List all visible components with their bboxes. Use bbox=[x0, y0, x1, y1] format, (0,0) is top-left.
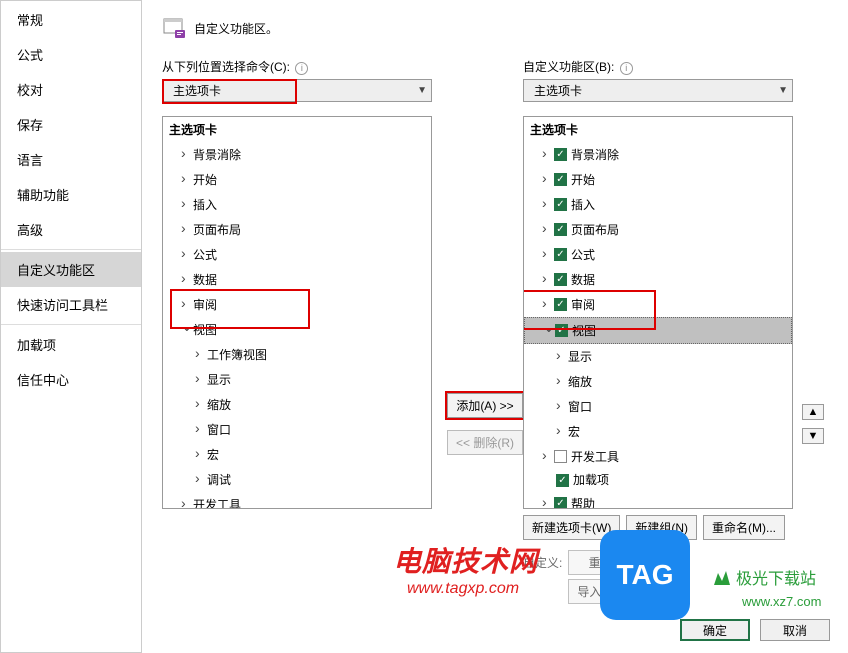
rename-button[interactable]: 重命名(M)... bbox=[703, 515, 785, 540]
tree-item: 背景消除 bbox=[163, 142, 431, 167]
info-icon[interactable]: i bbox=[620, 62, 633, 75]
checkbox-icon[interactable] bbox=[554, 273, 567, 286]
checkbox-icon[interactable] bbox=[554, 148, 567, 161]
jiguang-watermark: 极光下载站 bbox=[712, 565, 816, 589]
commands-column: 从下列位置选择命令(C): i 主选项卡 ▼ 主选项卡 背景消除 开始 插入 页… bbox=[162, 58, 447, 604]
tree-item: 显示 bbox=[163, 367, 431, 392]
checkbox-icon[interactable] bbox=[555, 324, 568, 337]
commands-tree[interactable]: 主选项卡 背景消除 开始 插入 页面布局 公式 数据 审阅 视图 工作簿视图 显… bbox=[162, 116, 432, 509]
cancel-button[interactable]: 取消 bbox=[760, 619, 830, 641]
reorder-buttons: ▲ ▼ bbox=[798, 58, 828, 604]
tag-badge: TAG bbox=[600, 530, 690, 620]
combo-value: 主选项卡 bbox=[173, 82, 221, 99]
tree-item: 开始 bbox=[524, 167, 792, 192]
tree-item: 加载项 bbox=[524, 469, 792, 491]
watermark-text: 电脑技术网 bbox=[393, 540, 538, 580]
tree-item: 窗口 bbox=[163, 417, 431, 442]
chevron-down-icon: ▼ bbox=[778, 85, 788, 96]
tree-item: 公式 bbox=[524, 242, 792, 267]
tree-item: 插入 bbox=[524, 192, 792, 217]
tree-item: 公式 bbox=[163, 242, 431, 267]
tree-item: 页面布局 bbox=[524, 217, 792, 242]
customize-ribbon-label: 自定义功能区(B): bbox=[523, 60, 614, 74]
tree-item: 显示 bbox=[524, 344, 792, 369]
tree-item: 页面布局 bbox=[163, 217, 431, 242]
tree-item: 数据 bbox=[163, 267, 431, 292]
sidebar-item-formulas[interactable]: 公式 bbox=[1, 37, 141, 72]
ribbon-icon bbox=[162, 16, 186, 40]
checkbox-icon[interactable] bbox=[554, 298, 567, 311]
tree-header: 主选项卡 bbox=[524, 117, 792, 142]
tree-item-view-selected: 视图 bbox=[524, 317, 792, 344]
checkbox-icon[interactable] bbox=[554, 497, 567, 509]
choose-commands-label: 从下列位置选择命令(C): bbox=[162, 60, 290, 74]
aurora-icon bbox=[712, 567, 732, 587]
divider bbox=[1, 249, 141, 250]
checkbox-icon[interactable] bbox=[556, 474, 569, 487]
tree-item-view: 视图 bbox=[163, 317, 431, 342]
tree-item: 审阅 bbox=[163, 292, 431, 317]
sidebar-item-qat[interactable]: 快速访问工具栏 bbox=[1, 287, 141, 322]
watermark-url: www.tagxp.com bbox=[407, 580, 519, 598]
add-button[interactable]: 添加(A) >> bbox=[447, 393, 522, 418]
remove-button[interactable]: << 删除(R) bbox=[447, 430, 523, 455]
sidebar-item-advanced[interactable]: 高级 bbox=[1, 212, 141, 247]
checkbox-icon[interactable] bbox=[554, 248, 567, 261]
sidebar-item-addins[interactable]: 加载项 bbox=[1, 327, 141, 362]
ribbon-tree[interactable]: 主选项卡 背景消除 开始 插入 页面布局 公式 数据 审阅 视图 显示 缩放 窗… bbox=[523, 116, 793, 509]
checkbox-icon[interactable] bbox=[554, 450, 567, 463]
sidebar-item-proofing[interactable]: 校对 bbox=[1, 72, 141, 107]
ok-button[interactable]: 确定 bbox=[680, 619, 750, 641]
tree-item: 帮助 bbox=[524, 491, 792, 509]
move-up-button[interactable]: ▲ bbox=[802, 404, 824, 420]
combo-value: 主选项卡 bbox=[534, 82, 582, 99]
tree-header: 主选项卡 bbox=[163, 117, 431, 142]
tree-item: 宏 bbox=[524, 419, 792, 444]
sidebar-item-save[interactable]: 保存 bbox=[1, 107, 141, 142]
tree-item: 宏 bbox=[163, 442, 431, 467]
tree-item: 数据 bbox=[524, 267, 792, 292]
tree-item: 审阅 bbox=[524, 292, 792, 317]
sidebar-item-language[interactable]: 语言 bbox=[1, 142, 141, 177]
chevron-down-icon: ▼ bbox=[417, 85, 427, 96]
tree-item: 调试 bbox=[163, 467, 431, 492]
customize-ribbon-combo[interactable]: 主选项卡 ▼ bbox=[523, 79, 793, 102]
tree-item: 开发工具 bbox=[163, 492, 431, 509]
choose-commands-combo[interactable]: 主选项卡 ▼ bbox=[162, 79, 432, 102]
sidebar-item-customize-ribbon[interactable]: 自定义功能区 bbox=[1, 252, 141, 287]
page-title: 自定义功能区。 bbox=[194, 20, 278, 37]
ribbon-column: 自定义功能区(B): i 主选项卡 ▼ 主选项卡 背景消除 开始 插入 页面布局… bbox=[523, 58, 798, 604]
sidebar-item-trust[interactable]: 信任中心 bbox=[1, 362, 141, 397]
jiguang-url: www.xz7.com bbox=[742, 594, 821, 609]
sidebar-item-general[interactable]: 常规 bbox=[1, 2, 141, 37]
tree-item: 开始 bbox=[163, 167, 431, 192]
divider bbox=[1, 324, 141, 325]
sidebar-item-accessibility[interactable]: 辅助功能 bbox=[1, 177, 141, 212]
tree-item: 缩放 bbox=[524, 369, 792, 394]
tree-item: 背景消除 bbox=[524, 142, 792, 167]
move-down-button[interactable]: ▼ bbox=[802, 428, 824, 444]
tree-item: 开发工具 bbox=[524, 444, 792, 469]
transfer-buttons: 添加(A) >> << 删除(R) bbox=[447, 58, 523, 604]
sidebar: 常规 公式 校对 保存 语言 辅助功能 高级 自定义功能区 快速访问工具栏 加载… bbox=[0, 0, 142, 653]
tree-item: 窗口 bbox=[524, 394, 792, 419]
tree-item: 插入 bbox=[163, 192, 431, 217]
tree-item-workbook-views: 工作簿视图 bbox=[163, 342, 431, 367]
checkbox-icon[interactable] bbox=[554, 223, 567, 236]
checkbox-icon[interactable] bbox=[554, 198, 567, 211]
tree-item: 缩放 bbox=[163, 392, 431, 417]
checkbox-icon[interactable] bbox=[554, 173, 567, 186]
info-icon[interactable]: i bbox=[295, 62, 308, 75]
